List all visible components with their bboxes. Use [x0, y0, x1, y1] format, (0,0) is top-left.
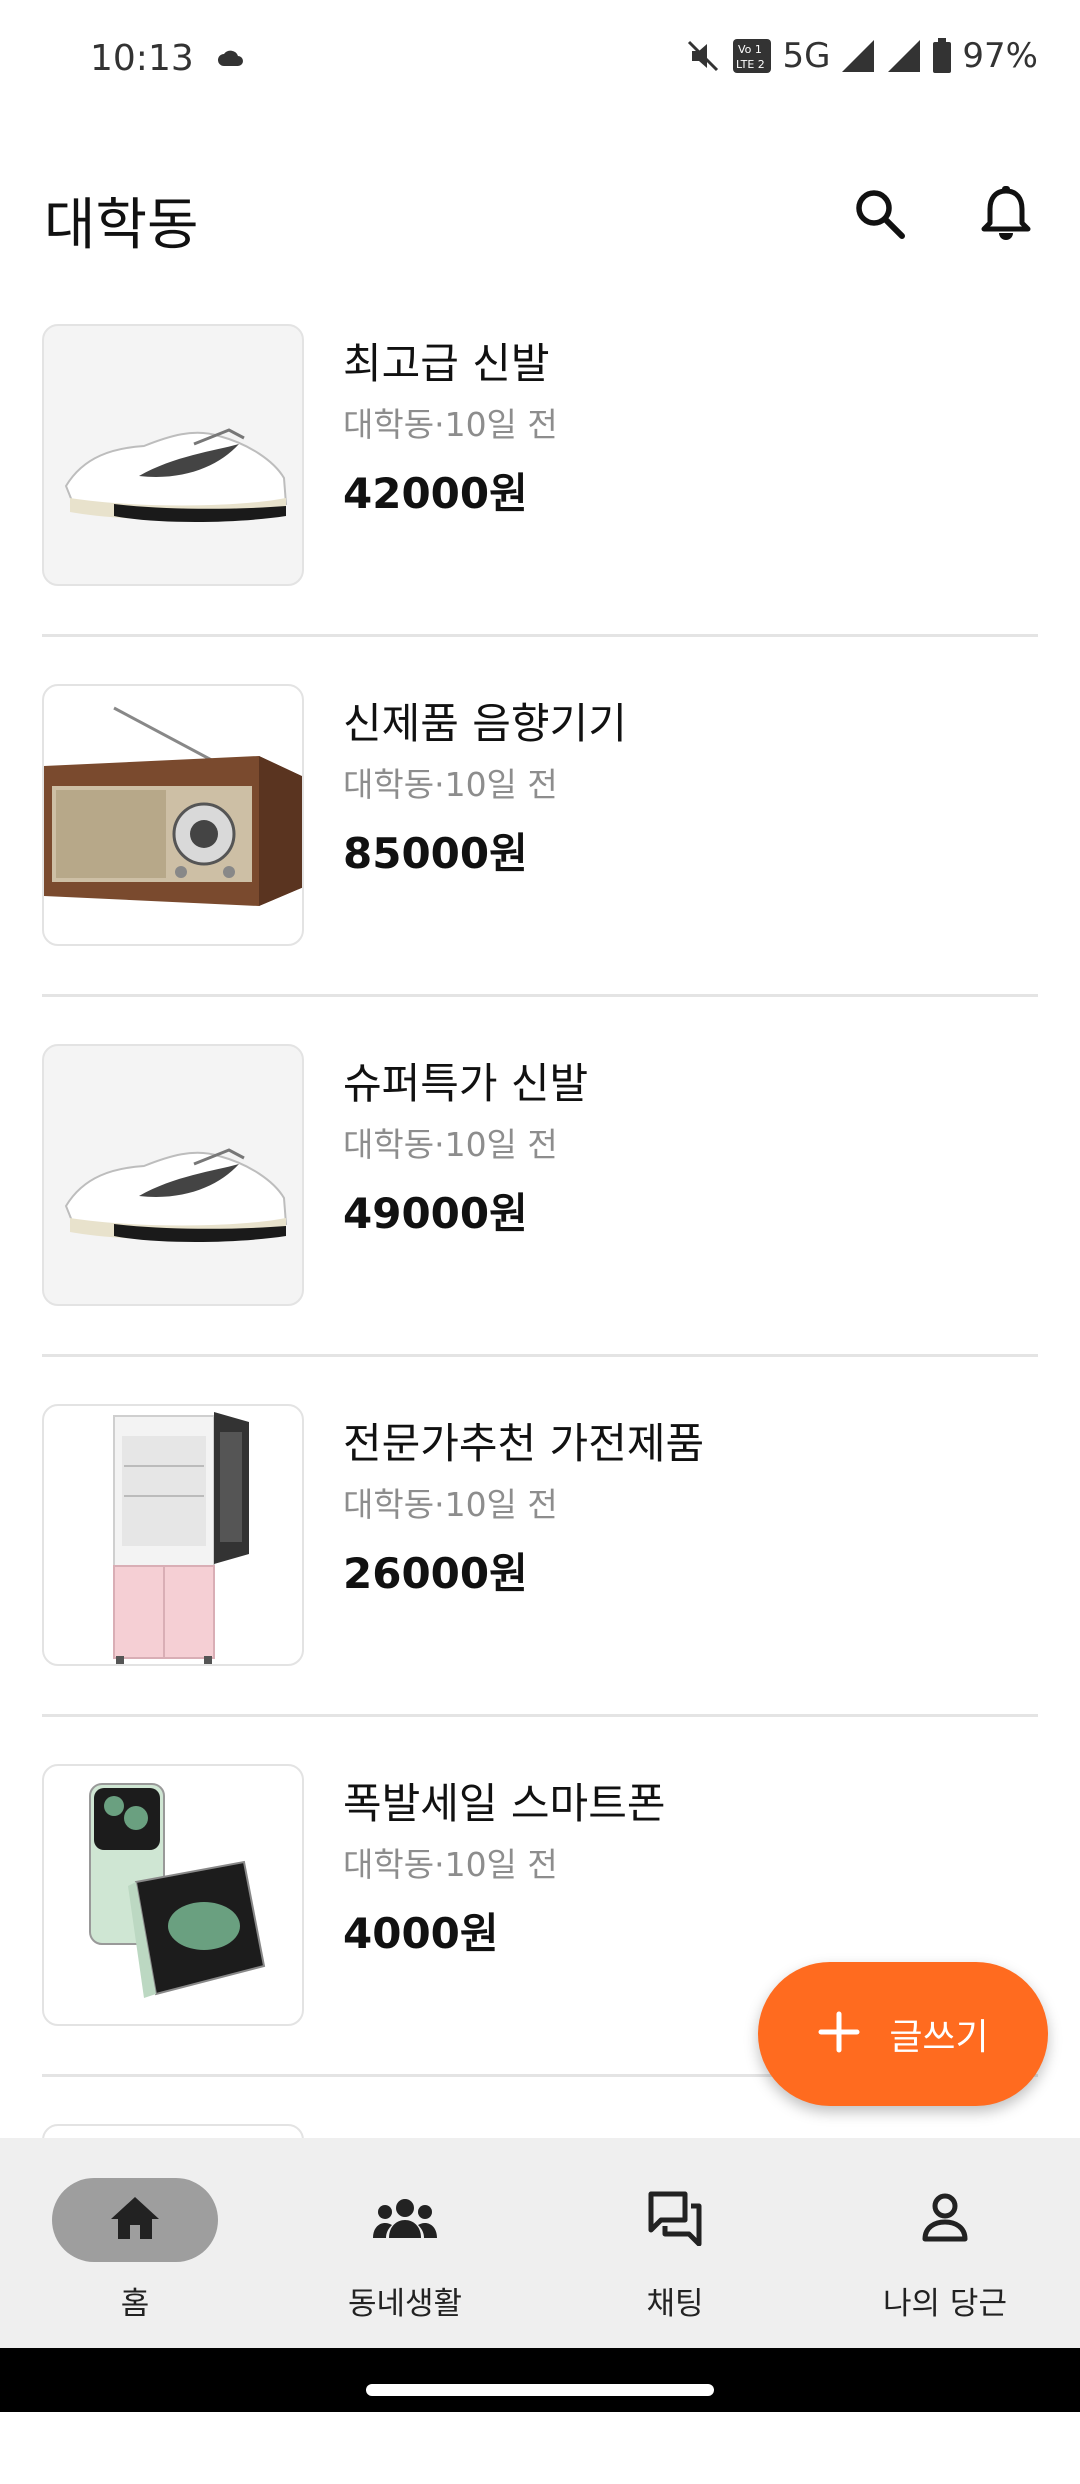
- refrigerator-image: [113, 1412, 249, 1664]
- radio-image: [44, 706, 302, 906]
- person-icon: [921, 2193, 969, 2247]
- people-icon: [373, 2196, 437, 2244]
- status-time: 10:13: [90, 38, 194, 79]
- home-icon: [109, 2195, 161, 2245]
- write-post-button[interactable]: 글쓰기: [758, 1962, 1048, 2106]
- status-icons: Vo 1 LTE 2 5G 97%: [684, 36, 1038, 76]
- battery-percent: 97%: [962, 36, 1038, 76]
- signal-icon: [840, 38, 876, 74]
- divider: [42, 634, 1038, 637]
- divider: [42, 1714, 1038, 1717]
- status-bar: 10:13 Vo 1 LTE 2 5G 97%: [0, 0, 1080, 126]
- sneaker-image: [64, 1148, 288, 1242]
- item-price: 85000원: [343, 829, 528, 878]
- divider: [42, 994, 1038, 997]
- list-item[interactable]: 최고급 신발 대학동·10일 전 42000원: [0, 324, 1080, 684]
- page-title[interactable]: 대학동: [44, 180, 199, 261]
- search-icon: [853, 187, 907, 245]
- nav-label: 홈: [120, 2286, 150, 2322]
- product-image: [42, 324, 304, 586]
- item-price: 4000원: [343, 1909, 499, 1958]
- app-bar: 대학동: [0, 170, 1080, 260]
- item-meta: 대학동·10일 전: [343, 405, 558, 444]
- gesture-nav-bar: [0, 2348, 1080, 2412]
- sneaker-image: [64, 428, 288, 522]
- item-title: 폭발세일 스마트폰: [343, 1779, 666, 1828]
- battery-icon: [932, 38, 952, 74]
- item-meta: 대학동·10일 전: [343, 1845, 558, 1884]
- search-button[interactable]: [848, 184, 912, 248]
- list-item[interactable]: 신제품 음향기기 대학동·10일 전 85000원: [0, 684, 1080, 1044]
- cloud-icon: [216, 46, 246, 74]
- nav-item-community[interactable]: 동네생활: [270, 2168, 540, 2328]
- bottom-nav: 홈 동네생활 채팅 나의 당근: [0, 2138, 1080, 2348]
- item-price: 49000원: [343, 1189, 528, 1238]
- volte-icon: Vo 1 LTE 2: [732, 38, 772, 74]
- nav-item-chat[interactable]: 채팅: [540, 2168, 810, 2328]
- mute-icon: [684, 37, 722, 75]
- item-title: 최고급 신발: [343, 339, 550, 388]
- item-meta: 대학동·10일 전: [343, 765, 558, 804]
- nav-label: 채팅: [646, 2286, 704, 2322]
- divider: [42, 1354, 1038, 1357]
- notification-button[interactable]: [974, 184, 1038, 248]
- fab-label: 글쓰기: [889, 2017, 989, 2058]
- product-image: [42, 1044, 304, 1306]
- list-item[interactable]: 전문가추천 가전제품 대학동·10일 전 26000원: [0, 1404, 1080, 1764]
- product-image: [42, 1404, 304, 1666]
- chat-icon: [647, 2190, 703, 2250]
- svg-text:Vo 1: Vo 1: [738, 43, 762, 56]
- nav-label: 동네생활: [347, 2286, 463, 2322]
- item-price: 42000원: [343, 469, 528, 518]
- plus-icon: [817, 2010, 861, 2058]
- nav-item-my-carrot[interactable]: 나의 당근: [810, 2168, 1080, 2328]
- item-title: 신제품 음향기기: [343, 699, 627, 748]
- svg-text:LTE 2: LTE 2: [736, 58, 765, 71]
- bell-icon: [980, 185, 1032, 247]
- signal-icon: [886, 38, 922, 74]
- nav-label: 나의 당근: [883, 2286, 1007, 2322]
- nav-item-home[interactable]: 홈: [0, 2168, 270, 2328]
- item-price: 26000원: [343, 1549, 528, 1598]
- product-image: [42, 684, 304, 946]
- home-handle[interactable]: [366, 2384, 714, 2396]
- item-meta: 대학동·10일 전: [343, 1125, 558, 1164]
- item-meta: 대학동·10일 전: [343, 1485, 558, 1524]
- item-title: 전문가추천 가전제품: [343, 1419, 705, 1468]
- item-title: 슈퍼특가 신발: [343, 1059, 589, 1108]
- network-type: 5G: [782, 36, 831, 76]
- flip-phone-image: [89, 1783, 266, 1998]
- list-item[interactable]: 슈퍼특가 신발 대학동·10일 전 49000원: [0, 1044, 1080, 1404]
- product-image: [42, 1764, 304, 2026]
